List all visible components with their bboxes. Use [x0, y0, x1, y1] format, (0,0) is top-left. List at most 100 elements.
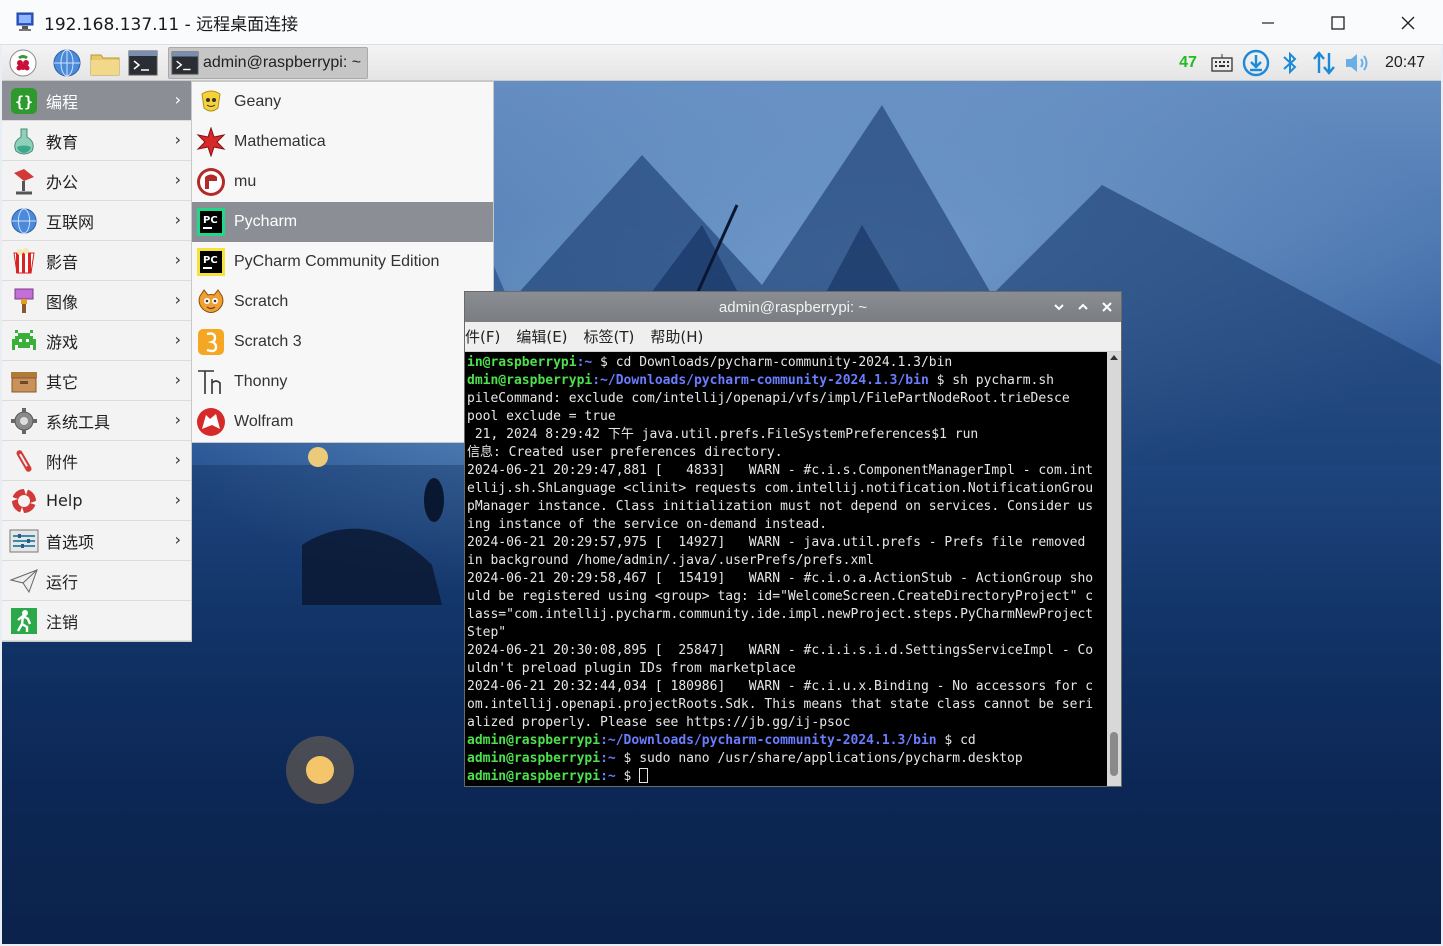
menu-item-media[interactable]: 影音 › — [2, 241, 191, 281]
file-manager-launcher[interactable] — [88, 46, 122, 80]
raspberry-menu-icon — [9, 49, 37, 76]
submenu-item-label: PyCharm Community Edition — [234, 253, 440, 270]
line-text: lass="com.intellij.pycharm.community.ide… — [467, 607, 1094, 622]
terminal-output[interactable]: in@raspberrypi:~ $ cd Downloads/pycharm-… — [465, 352, 1108, 786]
chevron-up-icon — [1078, 303, 1088, 310]
menu-item-office[interactable]: 办公 › — [2, 161, 191, 201]
line-text: alized properly. Please see https://jb.g… — [467, 715, 851, 730]
menu-edit[interactable]: 编辑(E) — [516, 326, 567, 347]
prompt-user: admin@raspberrypi — [467, 733, 601, 748]
menu-item-label: 办公 — [46, 172, 79, 192]
prompt-path: :~ — [600, 769, 616, 784]
menu-item-system-tools[interactable]: 系统工具 › — [2, 401, 191, 441]
menu-item-programming[interactable]: {} 编程 › — [2, 81, 191, 121]
menu-item-logout[interactable]: 注销 — [2, 601, 191, 641]
prompt-user: admin@raspberrypi — [467, 769, 601, 784]
submenu-item-label: Mathematica — [234, 133, 326, 150]
internet-icon — [8, 205, 40, 237]
submenu-item-pycharm[interactable]: PC Pycharm — [192, 202, 493, 242]
terminal-titlebar[interactable]: admin@raspberrypi: ~ — [465, 292, 1121, 322]
line-text: uldn't preload plugin IDs from marketpla… — [467, 661, 796, 676]
volume-button[interactable] — [1341, 46, 1375, 80]
menu-item-run[interactable]: 运行 — [2, 561, 191, 601]
menu-item-other[interactable]: 其它 › — [2, 361, 191, 401]
menu-tabs[interactable]: 标签(T) — [584, 326, 635, 347]
taskbar-terminal-task[interactable]: admin@raspberrypi: ~ — [168, 46, 368, 79]
programming-icon: {} — [8, 85, 40, 117]
menu-help[interactable]: 帮助(H) — [650, 326, 703, 347]
pycharm-ce-icon: PC — [196, 247, 226, 277]
web-browser-launcher[interactable] — [50, 46, 84, 80]
minimize-icon — [1262, 21, 1274, 24]
submenu-item-label: mu — [234, 173, 257, 190]
terminal-maximize-button[interactable] — [1074, 298, 1092, 316]
menu-item-games[interactable]: 游戏 › — [2, 321, 191, 361]
network-button[interactable] — [1307, 46, 1341, 80]
help-icon — [8, 485, 40, 517]
close-button[interactable] — [1373, 0, 1443, 45]
minimize-button[interactable] — [1233, 0, 1303, 45]
terminal-line: Step" — [467, 624, 1108, 642]
line-text: $ cd — [936, 733, 976, 748]
submenu-item-scratch3[interactable]: Scratch 3 — [192, 322, 493, 362]
menu-item-label: 教育 — [46, 132, 79, 152]
menu-item-internet[interactable]: 互联网 › — [2, 201, 191, 241]
thonny-icon — [196, 367, 226, 397]
preferences-icon — [8, 525, 40, 557]
line-text: $ cd Downloads/pycharm-community-2024.1.… — [592, 355, 953, 370]
cpu-usage: 47 — [1179, 54, 1197, 71]
menu-item-education[interactable]: 教育 › — [2, 121, 191, 161]
terminal-icon — [128, 50, 158, 75]
line-text: 2024-06-21 20:30:08,895 [ 25847] WARN - … — [467, 643, 1094, 658]
bluetooth-icon — [1283, 51, 1297, 75]
terminal-line: uldn't preload plugin IDs from marketpla… — [467, 660, 1108, 678]
menu-item-accessories[interactable]: 附件 › — [2, 441, 191, 481]
chevron-right-icon: › — [174, 250, 181, 269]
menu-item-preferences[interactable]: 首选项 › — [2, 521, 191, 561]
maximize-button[interactable] — [1303, 0, 1373, 45]
line-text: 2024-06-21 20:29:57,975 [ 14927] WARN - … — [467, 535, 1086, 550]
menu-item-label: 首选项 — [46, 532, 95, 552]
menu-item-graphics[interactable]: 图像 › — [2, 281, 191, 321]
terminal-line: om.intellij.openapi.projectRoots.Sdk. Th… — [467, 696, 1108, 714]
scroll-up-icon — [1110, 355, 1118, 360]
chevron-right-icon: › — [174, 530, 181, 549]
chevron-right-icon: › — [174, 290, 181, 309]
task-label: admin@raspberrypi: ~ — [203, 53, 362, 71]
scrollbar-thumb[interactable] — [1110, 732, 1118, 776]
terminal-minimize-button[interactable] — [1050, 298, 1068, 316]
clock[interactable]: 20:47 — [1385, 54, 1425, 72]
submenu-item-mu[interactable]: mu — [192, 162, 493, 202]
terminal-close-button[interactable] — [1098, 298, 1116, 316]
window-title: 192.168.137.11 - 远程桌面连接 — [44, 14, 299, 35]
menu-item-help[interactable]: Help › — [2, 481, 191, 521]
terminal-scrollbar[interactable] — [1107, 352, 1121, 786]
submenu-item-mathematica[interactable]: Mathematica — [192, 122, 493, 162]
chevron-right-icon: › — [174, 490, 181, 509]
media-icon — [8, 245, 40, 277]
submenu-item-label: Geany — [234, 93, 282, 110]
other-icon — [8, 365, 40, 397]
prompt-user: dmin@raspberrypi — [467, 373, 593, 388]
submenu-item-scratch[interactable]: Scratch — [192, 282, 493, 322]
geany-icon — [196, 87, 226, 117]
system-tray: 47 20:47 — [1179, 45, 1441, 81]
terminal-line: admin@raspberrypi:~/Downloads/pycharm-co… — [467, 732, 1108, 750]
submenu-item-thonny[interactable]: Thonny — [192, 362, 493, 402]
raspberry-menu-button[interactable] — [6, 46, 40, 80]
terminal-launcher[interactable] — [126, 46, 160, 80]
submenu-item-wolfram[interactable]: Wolfram — [192, 402, 493, 442]
office-icon — [8, 165, 40, 197]
menu-item-label: 运行 — [46, 572, 79, 592]
bluetooth-button[interactable] — [1273, 46, 1307, 80]
chevron-down-icon — [1054, 304, 1064, 311]
submenu-item-pycharm-community[interactable]: PC PyCharm Community Edition — [192, 242, 493, 282]
submenu-item-geany[interactable]: Geany — [192, 82, 493, 122]
line-text: pileCommand: exclude com/intellij/openap… — [467, 391, 1070, 406]
menu-item-label: 编程 — [46, 92, 79, 112]
line-text: $ sudo nano /usr/share/applications/pych… — [615, 751, 1023, 766]
keyboard-layout-button[interactable] — [1205, 46, 1239, 80]
maximize-icon — [1331, 15, 1345, 30]
menu-file[interactable]: 件(F) — [465, 326, 500, 347]
updater-button[interactable] — [1239, 46, 1273, 80]
